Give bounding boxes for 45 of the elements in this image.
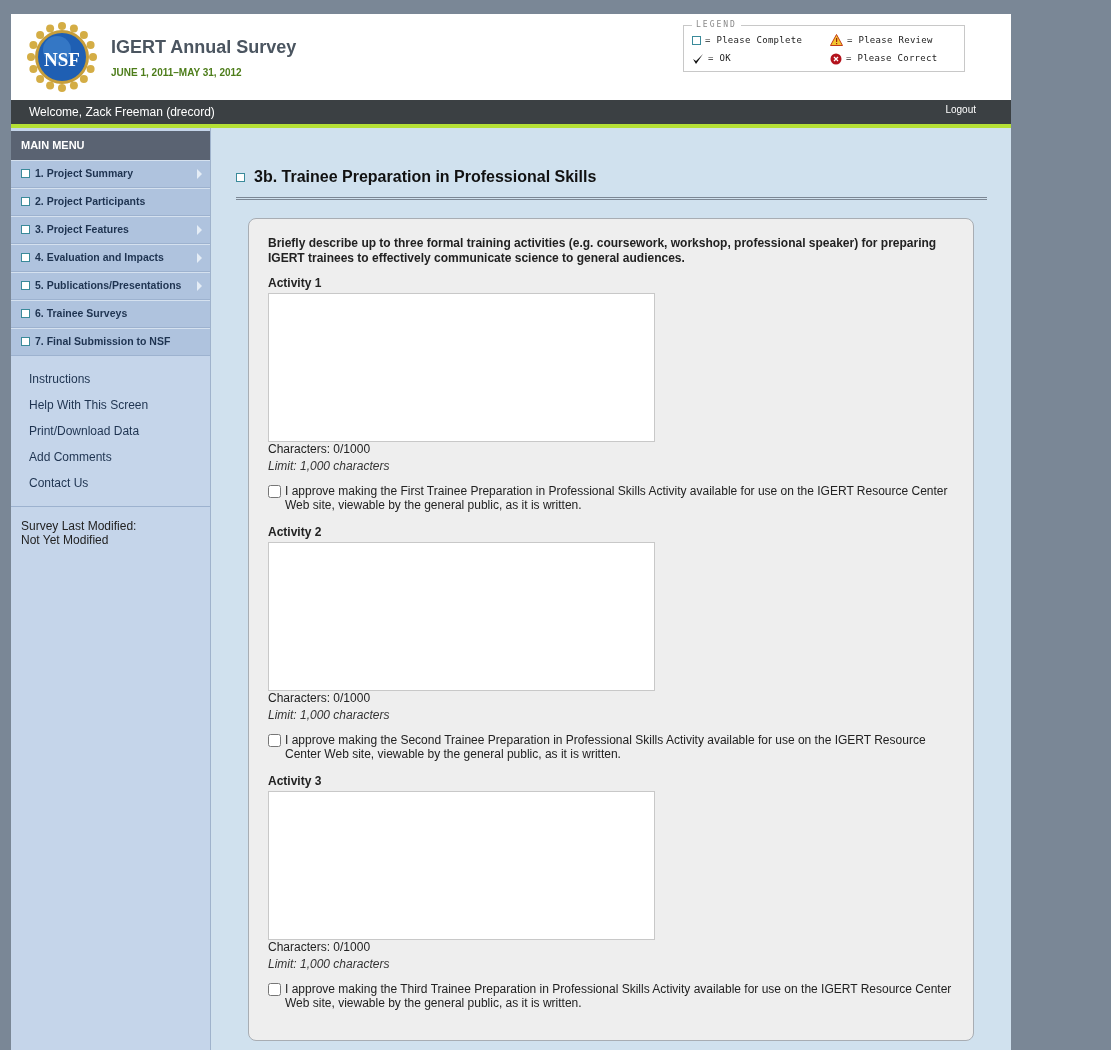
logout-link[interactable]: Logout [945, 101, 976, 117]
sidebar-link[interactable]: Print/Download Data [29, 423, 140, 438]
activity-label: Activity 1 [268, 276, 323, 290]
legend-label: = OK [708, 52, 731, 65]
legend-label: = Please Correct [846, 52, 938, 65]
survey-period: JUNE 1, 2011–MAY 31, 2012 [111, 66, 243, 80]
character-counter: Characters: 0/1000 [268, 442, 372, 456]
menu-item[interactable]: 3. Project Features [11, 215, 210, 244]
menu-item[interactable]: 7. Final Submission to NSF [11, 327, 210, 356]
menu-item[interactable]: 6. Trainee Surveys [11, 299, 210, 328]
character-limit: Limit: 1,000 characters [268, 708, 391, 722]
modified-label: Survey Last Modified: [21, 518, 138, 533]
menu-item[interactable]: 4. Evaluation and Impacts [11, 243, 210, 272]
character-counter: Characters: 0/1000 [268, 691, 372, 705]
menu-item[interactable]: 5. Publications/Presentations [11, 271, 210, 300]
logo-text: NSF [43, 48, 81, 72]
logo-drawing [27, 22, 97, 92]
character-limit: Limit: 1,000 characters [268, 957, 391, 971]
modified-value: Not Yet Modified [21, 532, 110, 547]
sidebar-link[interactable]: Instructions [29, 371, 91, 386]
survey-title: IGERT Annual Survey [111, 36, 297, 59]
approval-checkbox[interactable] [268, 734, 281, 747]
approval-text: I approve making the Second Trainee Preparation in Professional Skills Activity available for use on the IGERT Resource Center Web site, viewable by the general public, as it is written. [285, 733, 927, 761]
menu-heading: MAIN MENU [11, 131, 210, 160]
activity-label: Activity 2 [268, 525, 323, 539]
menu-item[interactable]: 1. Project Summary [11, 159, 210, 188]
error-icon [830, 52, 842, 65]
legend-label: = Please Review [847, 33, 933, 47]
square-icon [692, 35, 701, 45]
character-counter: Characters: 0/1000 [268, 940, 372, 954]
approval-checkbox[interactable] [268, 983, 281, 996]
question-text: Briefly describe up to three formal training activities (e.g. coursework, workshop, professional speaker) for preparing IGERT trainees to effectively communicate science to general audiences. [268, 236, 938, 266]
character-limit: Limit: 1,000 characters [268, 459, 391, 473]
sidebar-link[interactable]: Contact Us [29, 475, 89, 490]
section-title: 3b. Trainee Preparation in Professional Skills [254, 167, 597, 187]
welcome-text: Welcome, Zack Freeman (drecord) [29, 104, 215, 121]
approval-checkbox[interactable] [268, 485, 281, 498]
sidebar-link[interactable]: Add Comments [29, 449, 112, 464]
approval-text: I approve making the First Trainee Preparation in Professional Skills Activity available for use on the IGERT Resource Center Web site, viewable by the general public, as it is written. [285, 484, 949, 512]
activity-label: Activity 3 [268, 774, 323, 788]
approval-text: I approve making the Third Trainee Preparation in Professional Skills Activity available for use on the IGERT Resource Center Web site, viewable by the general public, as it is written. [285, 982, 953, 1010]
sidebar-link[interactable]: Help With This Screen [29, 397, 149, 412]
legend-label: = Please Complete [705, 33, 803, 47]
warning-icon [830, 34, 843, 47]
menu-item[interactable]: 2. Project Participants [11, 187, 210, 216]
